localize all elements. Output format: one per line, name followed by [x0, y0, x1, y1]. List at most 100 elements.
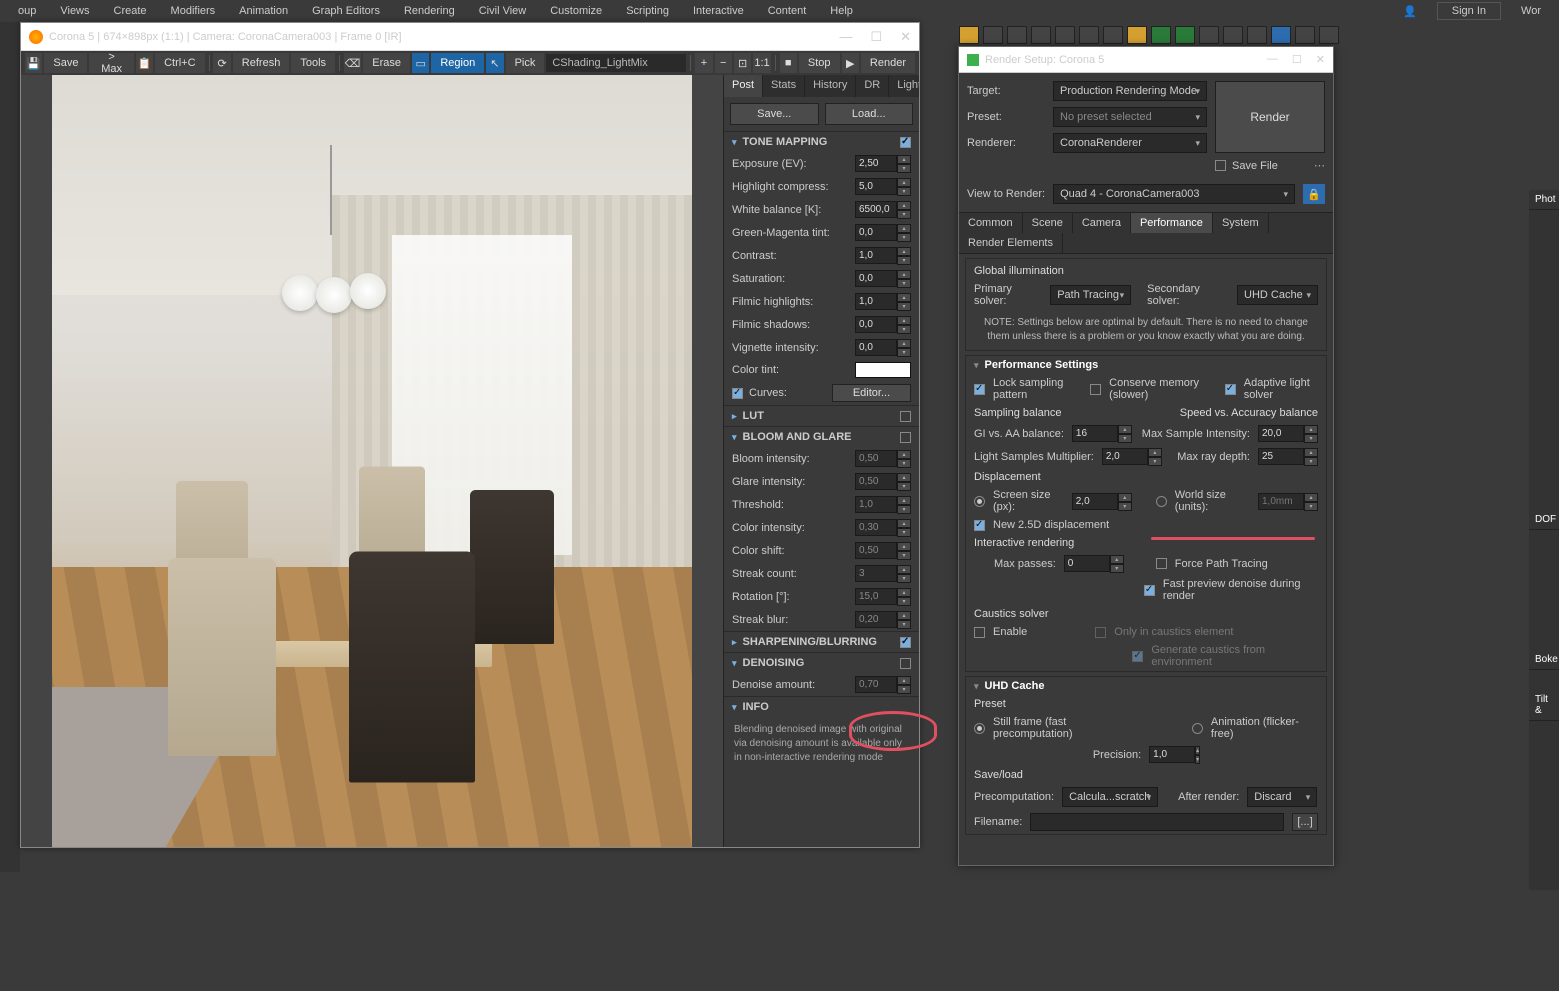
render-viewport[interactable] [21, 75, 723, 847]
maxpasses-spinner[interactable]: ▴▾ [1064, 555, 1124, 572]
tool-icon[interactable] [1031, 26, 1051, 44]
menu-content[interactable]: Content [756, 2, 819, 20]
colortint-swatch[interactable] [855, 362, 911, 378]
colorshift-spinner[interactable]: ▴▾ [855, 542, 911, 559]
browse-button[interactable]: [...] [1292, 813, 1318, 831]
minimize-button[interactable]: — [839, 29, 852, 45]
primary-solver-dropdown[interactable]: Path Tracing [1050, 285, 1131, 305]
signin-button[interactable]: Sign In [1437, 2, 1501, 20]
sharpening-checkbox[interactable] [900, 637, 911, 648]
lightsamples-spinner[interactable]: ▴▾ [1102, 448, 1162, 465]
save-settings-button[interactable]: Save... [730, 103, 819, 125]
erase-icon[interactable]: ⌫ [344, 53, 361, 73]
section-lut[interactable]: LUT [724, 405, 919, 426]
bloom-checkbox[interactable] [900, 432, 911, 443]
tomax-button[interactable]: > Max [89, 53, 133, 73]
rs-titlebar[interactable]: Render Setup: Corona 5 —☐✕ [959, 47, 1333, 73]
menu-views[interactable]: Views [48, 2, 101, 20]
menu-customize[interactable]: Customize [538, 2, 614, 20]
section-sharpening[interactable]: SHARPENING/BLURRING [724, 631, 919, 652]
contrast-spinner[interactable]: ▴▾ [855, 247, 911, 264]
denoise-amount-spinner[interactable]: ▴▾ [855, 676, 911, 693]
rc-icon[interactable] [1271, 26, 1291, 44]
maxraydepth-spinner[interactable]: ▴▾ [1258, 448, 1318, 465]
precision-spinner[interactable]: ▴▾ [1149, 746, 1199, 763]
minimize-button[interactable]: — [1267, 53, 1278, 66]
section-denoising[interactable]: DENOISING [724, 652, 919, 673]
refresh-button[interactable]: Refresh [233, 53, 290, 73]
afterrender-dropdown[interactable]: Discard [1247, 787, 1317, 807]
curves-editor-button[interactable]: Editor... [832, 384, 911, 402]
glare-intensity-spinner[interactable]: ▴▾ [855, 473, 911, 490]
refresh-icon[interactable]: ⟳ [213, 53, 230, 73]
threshold-spinner[interactable]: ▴▾ [855, 496, 911, 513]
filename-input[interactable] [1030, 813, 1284, 831]
vfb-titlebar[interactable]: Corona 5 | 674×898px (1:1) | Camera: Cor… [21, 23, 919, 51]
exposure-spinner[interactable]: ▴▾ [855, 155, 911, 172]
menu-grapheditors[interactable]: Graph Editors [300, 2, 392, 20]
uhdcache-header[interactable]: UHD Cache [966, 677, 1326, 695]
section-bloom[interactable]: BLOOM AND GLARE [724, 426, 919, 447]
colorintensity-spinner[interactable]: ▴▾ [855, 519, 911, 536]
fastpreviewdenoise-checkbox[interactable] [1144, 585, 1155, 596]
tab-renderelements[interactable]: Render Elements [959, 233, 1063, 253]
tab-performance[interactable]: Performance [1131, 213, 1213, 233]
tools-button[interactable]: Tools [291, 53, 335, 73]
menu-rendering[interactable]: Rendering [392, 2, 467, 20]
denoising-checkbox[interactable] [900, 658, 911, 669]
menu-modifiers[interactable]: Modifiers [159, 2, 228, 20]
section-boke[interactable]: Boke [1529, 650, 1559, 670]
vignette-spinner[interactable]: ▴▾ [855, 339, 911, 356]
maximize-button[interactable]: ☐ [870, 29, 882, 45]
section-tilt[interactable]: Tilt & [1529, 690, 1559, 721]
giaa-spinner[interactable]: ▴▾ [1072, 425, 1132, 442]
tool-icon[interactable] [959, 26, 979, 44]
menu-create[interactable]: Create [102, 2, 159, 20]
maxsampleintensity-spinner[interactable]: ▴▾ [1258, 425, 1318, 442]
rotation-spinner[interactable]: ▴▾ [855, 588, 911, 605]
filmicshadows-spinner[interactable]: ▴▾ [855, 316, 911, 333]
savefile-checkbox[interactable] [1215, 160, 1226, 171]
target-dropdown[interactable]: Production Rendering Mode [1053, 81, 1207, 101]
maximize-button[interactable]: ☐ [1292, 53, 1302, 66]
ctrlc-button[interactable]: Ctrl+C [155, 53, 204, 73]
tool-icon[interactable] [1079, 26, 1099, 44]
render-button[interactable]: Render [861, 53, 915, 73]
forcepathtracing-checkbox[interactable] [1156, 558, 1167, 569]
worldsize-radio[interactable] [1156, 496, 1167, 507]
section-dof[interactable]: DOF [1529, 510, 1559, 530]
pick-icon[interactable]: ↖ [486, 53, 503, 73]
tool-icon[interactable] [983, 26, 1003, 44]
viewtorender-dropdown[interactable]: Quad 4 - CoronaCamera003 [1053, 184, 1295, 204]
secondary-solver-dropdown[interactable]: UHD Cache [1237, 285, 1318, 305]
curves-checkbox[interactable] [732, 388, 743, 399]
screensize-spinner[interactable]: ▴▾ [1072, 493, 1132, 510]
workspace-label[interactable]: Wor [1509, 2, 1553, 20]
section-tonemapping[interactable]: TONE MAPPING [724, 131, 919, 152]
renderer-dropdown[interactable]: CoronaRenderer [1053, 133, 1207, 153]
saturation-spinner[interactable]: ▴▾ [855, 270, 911, 287]
region-icon[interactable]: ▭ [412, 53, 429, 73]
tab-dr[interactable]: DR [856, 75, 889, 97]
tool-icon[interactable] [1007, 26, 1027, 44]
locksampling-checkbox[interactable] [974, 384, 985, 395]
disk-icon[interactable]: 💾 [25, 53, 42, 73]
tool-icon[interactable] [1295, 26, 1315, 44]
copy-icon[interactable]: 📋 [136, 53, 153, 73]
render-icon[interactable]: ▶ [842, 53, 859, 73]
tab-lightmix[interactable]: LightMix [889, 75, 919, 97]
tab-stats[interactable]: Stats [763, 75, 805, 97]
warning-icon[interactable] [1127, 26, 1147, 44]
whitebalance-spinner[interactable]: ▴▾ [855, 201, 911, 218]
tab-history[interactable]: History [805, 75, 856, 97]
bloom-intensity-spinner[interactable]: ▴▾ [855, 450, 911, 467]
streakblur-spinner[interactable]: ▴▾ [855, 611, 911, 628]
tool-icon[interactable] [1247, 26, 1267, 44]
tab-scene[interactable]: Scene [1023, 213, 1073, 233]
greenmagenta-spinner[interactable]: ▴▾ [855, 224, 911, 241]
tab-system[interactable]: System [1213, 213, 1269, 233]
tool-icon[interactable] [1319, 26, 1339, 44]
tab-common[interactable]: Common [959, 213, 1023, 233]
menu-group[interactable]: oup [6, 2, 48, 20]
save-button[interactable]: Save [44, 53, 87, 73]
